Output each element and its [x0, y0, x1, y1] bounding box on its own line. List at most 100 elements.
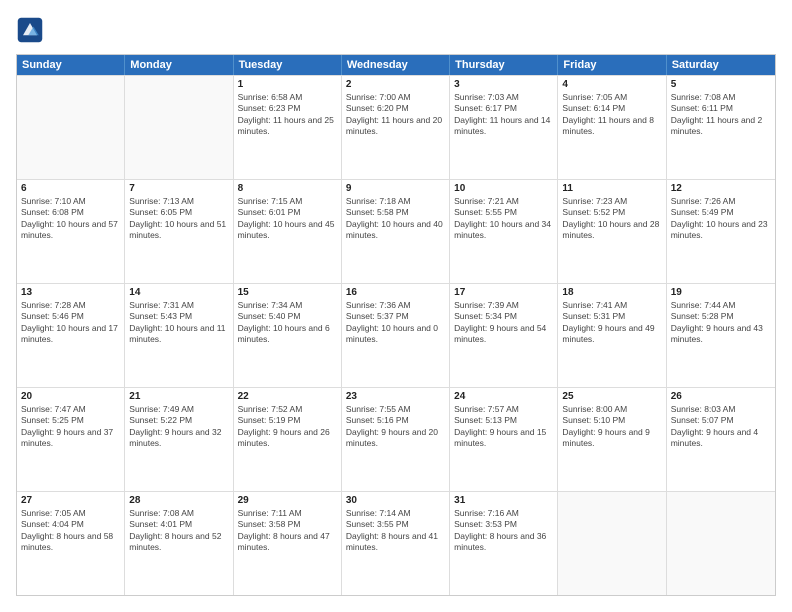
sunset-text: Sunset: 4:01 PM: [129, 519, 228, 530]
day-number: 25: [562, 391, 661, 402]
sunrise-text: Sunrise: 7:26 AM: [671, 196, 771, 207]
calendar-header-cell: Tuesday: [234, 55, 342, 75]
calendar-cell: 4Sunrise: 7:05 AMSunset: 6:14 PMDaylight…: [558, 76, 666, 179]
calendar-cell: [17, 76, 125, 179]
calendar-cell: 14Sunrise: 7:31 AMSunset: 5:43 PMDayligh…: [125, 284, 233, 387]
daylight-text: Daylight: 10 hours and 51 minutes.: [129, 219, 228, 242]
daylight-text: Daylight: 8 hours and 58 minutes.: [21, 531, 120, 554]
day-number: 22: [238, 391, 337, 402]
sunset-text: Sunset: 5:55 PM: [454, 207, 553, 218]
sunrise-text: Sunrise: 7:44 AM: [671, 300, 771, 311]
calendar-header-cell: Sunday: [17, 55, 125, 75]
calendar-row: 20Sunrise: 7:47 AMSunset: 5:25 PMDayligh…: [17, 387, 775, 491]
daylight-text: Daylight: 11 hours and 25 minutes.: [238, 115, 337, 138]
daylight-text: Daylight: 11 hours and 8 minutes.: [562, 115, 661, 138]
daylight-text: Daylight: 8 hours and 47 minutes.: [238, 531, 337, 554]
calendar-cell: 28Sunrise: 7:08 AMSunset: 4:01 PMDayligh…: [125, 492, 233, 595]
day-number: 2: [346, 79, 445, 90]
day-number: 5: [671, 79, 771, 90]
calendar-cell: 29Sunrise: 7:11 AMSunset: 3:58 PMDayligh…: [234, 492, 342, 595]
day-number: 4: [562, 79, 661, 90]
sunrise-text: Sunrise: 7:15 AM: [238, 196, 337, 207]
day-number: 23: [346, 391, 445, 402]
calendar-cell: 18Sunrise: 7:41 AMSunset: 5:31 PMDayligh…: [558, 284, 666, 387]
daylight-text: Daylight: 9 hours and 9 minutes.: [562, 427, 661, 450]
sunset-text: Sunset: 5:07 PM: [671, 415, 771, 426]
sunrise-text: Sunrise: 7:39 AM: [454, 300, 553, 311]
daylight-text: Daylight: 10 hours and 28 minutes.: [562, 219, 661, 242]
daylight-text: Daylight: 9 hours and 20 minutes.: [346, 427, 445, 450]
calendar-cell: 6Sunrise: 7:10 AMSunset: 6:08 PMDaylight…: [17, 180, 125, 283]
sunrise-text: Sunrise: 7:23 AM: [562, 196, 661, 207]
calendar-cell: 24Sunrise: 7:57 AMSunset: 5:13 PMDayligh…: [450, 388, 558, 491]
sunset-text: Sunset: 5:46 PM: [21, 311, 120, 322]
calendar-cell: 15Sunrise: 7:34 AMSunset: 5:40 PMDayligh…: [234, 284, 342, 387]
sunset-text: Sunset: 3:58 PM: [238, 519, 337, 530]
daylight-text: Daylight: 10 hours and 34 minutes.: [454, 219, 553, 242]
daylight-text: Daylight: 9 hours and 15 minutes.: [454, 427, 553, 450]
sunrise-text: Sunrise: 7:16 AM: [454, 508, 553, 519]
day-number: 13: [21, 287, 120, 298]
day-number: 10: [454, 183, 553, 194]
sunrise-text: Sunrise: 8:03 AM: [671, 404, 771, 415]
day-number: 9: [346, 183, 445, 194]
calendar-header-cell: Monday: [125, 55, 233, 75]
daylight-text: Daylight: 8 hours and 52 minutes.: [129, 531, 228, 554]
daylight-text: Daylight: 10 hours and 40 minutes.: [346, 219, 445, 242]
calendar-header-cell: Wednesday: [342, 55, 450, 75]
sunset-text: Sunset: 5:34 PM: [454, 311, 553, 322]
daylight-text: Daylight: 9 hours and 32 minutes.: [129, 427, 228, 450]
sunrise-text: Sunrise: 7:08 AM: [671, 92, 771, 103]
daylight-text: Daylight: 10 hours and 0 minutes.: [346, 323, 445, 346]
page-header: [16, 16, 776, 44]
sunset-text: Sunset: 5:13 PM: [454, 415, 553, 426]
sunset-text: Sunset: 5:19 PM: [238, 415, 337, 426]
sunrise-text: Sunrise: 7:13 AM: [129, 196, 228, 207]
sunrise-text: Sunrise: 7:05 AM: [562, 92, 661, 103]
sunrise-text: Sunrise: 6:58 AM: [238, 92, 337, 103]
calendar-cell: 22Sunrise: 7:52 AMSunset: 5:19 PMDayligh…: [234, 388, 342, 491]
sunrise-text: Sunrise: 7:18 AM: [346, 196, 445, 207]
day-number: 12: [671, 183, 771, 194]
sunset-text: Sunset: 5:22 PM: [129, 415, 228, 426]
calendar-body: 1Sunrise: 6:58 AMSunset: 6:23 PMDaylight…: [17, 75, 775, 595]
calendar-row: 27Sunrise: 7:05 AMSunset: 4:04 PMDayligh…: [17, 491, 775, 595]
sunrise-text: Sunrise: 7:31 AM: [129, 300, 228, 311]
sunset-text: Sunset: 6:20 PM: [346, 103, 445, 114]
calendar-cell: [667, 492, 775, 595]
day-number: 11: [562, 183, 661, 194]
calendar-cell: 5Sunrise: 7:08 AMSunset: 6:11 PMDaylight…: [667, 76, 775, 179]
daylight-text: Daylight: 9 hours and 4 minutes.: [671, 427, 771, 450]
calendar-row: 13Sunrise: 7:28 AMSunset: 5:46 PMDayligh…: [17, 283, 775, 387]
daylight-text: Daylight: 10 hours and 11 minutes.: [129, 323, 228, 346]
sunrise-text: Sunrise: 7:08 AM: [129, 508, 228, 519]
day-number: 26: [671, 391, 771, 402]
day-number: 20: [21, 391, 120, 402]
day-number: 6: [21, 183, 120, 194]
sunset-text: Sunset: 4:04 PM: [21, 519, 120, 530]
sunrise-text: Sunrise: 7:47 AM: [21, 404, 120, 415]
day-number: 19: [671, 287, 771, 298]
logo: [16, 16, 48, 44]
calendar-cell: 31Sunrise: 7:16 AMSunset: 3:53 PMDayligh…: [450, 492, 558, 595]
daylight-text: Daylight: 9 hours and 49 minutes.: [562, 323, 661, 346]
calendar-cell: 9Sunrise: 7:18 AMSunset: 5:58 PMDaylight…: [342, 180, 450, 283]
day-number: 29: [238, 495, 337, 506]
day-number: 18: [562, 287, 661, 298]
day-number: 31: [454, 495, 553, 506]
sunset-text: Sunset: 5:43 PM: [129, 311, 228, 322]
sunset-text: Sunset: 5:37 PM: [346, 311, 445, 322]
calendar-cell: 19Sunrise: 7:44 AMSunset: 5:28 PMDayligh…: [667, 284, 775, 387]
calendar-header-cell: Thursday: [450, 55, 558, 75]
calendar-header: SundayMondayTuesdayWednesdayThursdayFrid…: [17, 55, 775, 75]
calendar-cell: 25Sunrise: 8:00 AMSunset: 5:10 PMDayligh…: [558, 388, 666, 491]
calendar-cell: [125, 76, 233, 179]
sunrise-text: Sunrise: 7:52 AM: [238, 404, 337, 415]
logo-icon: [16, 16, 44, 44]
sunrise-text: Sunrise: 7:55 AM: [346, 404, 445, 415]
calendar-cell: 10Sunrise: 7:21 AMSunset: 5:55 PMDayligh…: [450, 180, 558, 283]
daylight-text: Daylight: 11 hours and 14 minutes.: [454, 115, 553, 138]
daylight-text: Daylight: 11 hours and 20 minutes.: [346, 115, 445, 138]
calendar-cell: 12Sunrise: 7:26 AMSunset: 5:49 PMDayligh…: [667, 180, 775, 283]
calendar-cell: 7Sunrise: 7:13 AMSunset: 6:05 PMDaylight…: [125, 180, 233, 283]
